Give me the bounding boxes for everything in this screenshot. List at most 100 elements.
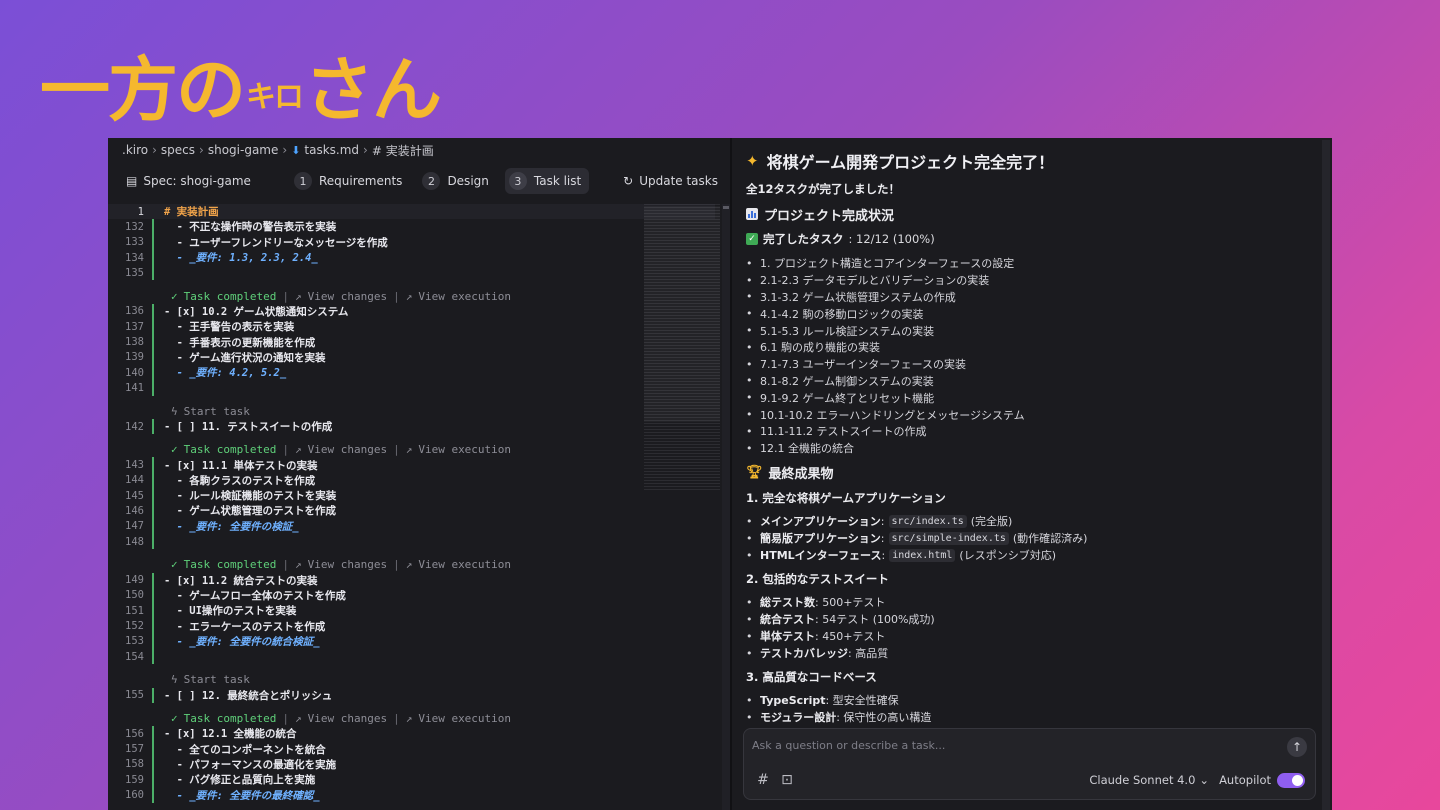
check-icon: ✓: [171, 558, 178, 572]
code-line[interactable]: 158 - パフォーマンスの最適化を実施: [108, 756, 715, 773]
line-number: 154: [125, 650, 144, 663]
code-text: - _要件: 全要件の検証_: [164, 520, 299, 533]
view-changes-link[interactable]: View changes: [308, 558, 387, 571]
model-selector[interactable]: Claude Sonnet 4.0 ⌄: [1089, 773, 1209, 787]
code-line[interactable]: 143 - [x] 11.1 単体テストの実装: [108, 457, 715, 473]
tab-design[interactable]: 2 Design: [418, 168, 496, 194]
gutter: [144, 472, 164, 489]
code-line[interactable]: 1 # 実装計画: [108, 204, 715, 220]
line-number: 147: [125, 520, 144, 533]
code-line[interactable]: 134 - _要件: 1.3, 2.3, 2.4_: [108, 249, 715, 266]
gutter: [144, 756, 164, 773]
code-line[interactable]: 145 - ルール検証機能のテストを実装: [108, 488, 715, 504]
code-line[interactable]: 136 - [x] 10.2 ゲーム状態通知システム: [108, 303, 715, 320]
code-line[interactable]: 141: [108, 380, 715, 396]
view-execution-link[interactable]: View execution: [418, 558, 511, 571]
chat-scrollbar[interactable]: [1322, 140, 1330, 810]
breadcrumb-item[interactable]: .kiro: [122, 143, 148, 157]
code-text: - ルール検証機能のテストを実装: [164, 490, 337, 503]
line-number: 139: [125, 351, 144, 364]
editor-scrollbar-thumb[interactable]: [723, 206, 729, 209]
code-line[interactable]: 155 - [ ] 12. 最終統合とポリッシュ: [108, 687, 715, 703]
code-line[interactable]: 142 - [ ] 11. テストスイートの作成: [108, 418, 715, 435]
chevron-right-icon: ›: [363, 143, 368, 157]
line-number: 155: [125, 689, 144, 702]
gutter: [144, 418, 164, 435]
minimap-viewport[interactable]: [644, 206, 720, 422]
code-line[interactable]: 157 - 全てのコンポーネントを統合: [108, 741, 715, 757]
image-attach-icon[interactable]: ⊡: [778, 771, 796, 789]
code-line[interactable]: 160 - _要件: 全要件の最終確認_: [108, 787, 715, 803]
code-line[interactable]: 149 - [x] 11.2 統合テストの実装: [108, 572, 715, 588]
start-task-link[interactable]: Start task: [184, 673, 250, 686]
start-task-link[interactable]: Start task: [184, 405, 250, 418]
code-line[interactable]: 144 - 各駒クラスのテストを作成: [108, 472, 715, 489]
line-number: 149: [125, 574, 144, 587]
code-line[interactable]: 140 - _要件: 4.2, 5.2_: [108, 364, 715, 381]
tab-requirements[interactable]: 1 Requirements: [290, 168, 410, 194]
change-indicator: [152, 649, 154, 665]
code-line[interactable]: 151 - UI操作のテストを実装: [108, 603, 715, 619]
code-text: - 不正な操作時の警告表示を実装: [164, 221, 337, 234]
code-text: - [ ] 12. 最終統合とポリッシュ: [164, 689, 333, 702]
tab-label: Design: [447, 174, 489, 188]
change-indicator: [152, 587, 154, 604]
breadcrumb-item[interactable]: # 実装計画: [372, 142, 434, 159]
change-indicator: [152, 319, 154, 335]
view-changes-link[interactable]: View changes: [308, 712, 387, 725]
breadcrumb-item[interactable]: specs: [161, 143, 195, 157]
change-indicator: [152, 234, 154, 250]
task-summary-item: 11.1-11.2 テストスイートの作成: [746, 423, 1316, 440]
deliverable-label: メインアプリケーション: [760, 515, 881, 529]
code-line[interactable]: 137 - 王手警告の表示を実装: [108, 319, 715, 335]
code-line[interactable]: 135: [108, 265, 715, 281]
deliverable-item: 単体テスト: 450+テスト: [746, 628, 1316, 645]
code-line[interactable]: 148: [108, 533, 715, 550]
line-number: 150: [125, 589, 144, 602]
code-line[interactable]: 146 - ゲーム状態管理のテストを作成: [108, 503, 715, 519]
deliverable-item: メインアプリケーション:src/index.ts(完全版): [746, 513, 1316, 530]
code-line[interactable]: 133 - ユーザーフレンドリーなメッセージを作成: [108, 234, 715, 250]
breadcrumb-item[interactable]: shogi-game: [208, 143, 279, 157]
view-changes-icon: ↗: [294, 712, 302, 726]
change-indicator: [152, 380, 154, 396]
code-line[interactable]: 154: [108, 649, 715, 665]
change-indicator: [152, 533, 154, 550]
code-line[interactable]: 147 - _要件: 全要件の検証_: [108, 518, 715, 534]
code-line[interactable]: 150 - ゲームフロー全体のテストを作成: [108, 587, 715, 604]
separator: |: [282, 712, 289, 726]
view-execution-link[interactable]: View execution: [418, 712, 511, 725]
separator: |: [282, 289, 289, 303]
line-number: 158: [125, 758, 144, 771]
change-indicator: [152, 457, 154, 473]
code-line[interactable]: 139 - ゲーム進行状況の通知を実装: [108, 349, 715, 365]
code-line[interactable]: 153 - _要件: 全要件の統合検証_: [108, 633, 715, 650]
line-number: 151: [125, 604, 144, 617]
hash-context-icon[interactable]: #: [754, 771, 772, 789]
code-line[interactable]: 132 - 不正な操作時の警告表示を実装: [108, 219, 715, 235]
colon: :: [881, 548, 886, 562]
view-changes-link[interactable]: View changes: [308, 443, 387, 456]
update-tasks-button[interactable]: ↻ Update tasks: [623, 174, 718, 188]
markdown-file-icon: ⬇: [291, 143, 301, 157]
gutter: [144, 349, 164, 365]
line-number: 138: [125, 336, 144, 349]
editor-scrollbar[interactable]: [722, 204, 730, 810]
send-button[interactable]: ↑: [1287, 737, 1307, 757]
view-changes-link[interactable]: View changes: [308, 290, 387, 303]
start-task-codelens: ϟ Start task: [108, 672, 715, 687]
file-path: index.html: [889, 548, 956, 562]
view-execution-link[interactable]: View execution: [418, 443, 511, 456]
code-text: - ゲーム進行状況の通知を実装: [164, 351, 326, 364]
code-editor[interactable]: 1 # 実装計画 132 - 不正な操作時の警告表示を実装 133 - ユーザーフレン…: [108, 204, 715, 810]
code-line[interactable]: 156 - [x] 12.1 全機能の統合: [108, 726, 715, 742]
autopilot-toggle[interactable]: [1277, 772, 1305, 788]
breadcrumb-item[interactable]: tasks.md: [304, 143, 359, 157]
code-line[interactable]: 159 - バグ修正と品質向上を実施: [108, 772, 715, 788]
code-line[interactable]: 152 - エラーケースのテストを作成: [108, 618, 715, 634]
code-text: - エラーケースのテストを作成: [164, 620, 326, 633]
chat-input[interactable]: [752, 737, 1272, 753]
code-line[interactable]: 138 - 手番表示の更新機能を作成: [108, 334, 715, 350]
view-execution-link[interactable]: View execution: [418, 290, 511, 303]
tab-task-list[interactable]: 3 Task list: [504, 168, 590, 194]
